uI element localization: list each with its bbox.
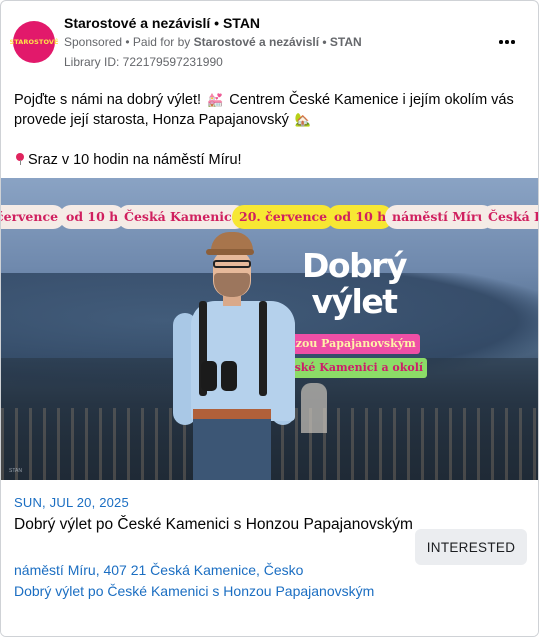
binoculars-illustration: [201, 361, 239, 391]
interested-button[interactable]: INTERESTED: [415, 529, 527, 565]
ticker-pill: Česká Kam: [481, 205, 538, 229]
page-avatar[interactable]: STAROSTOVÉ: [9, 21, 58, 63]
ticker-pill-date: 20. července: [232, 205, 335, 229]
page-name-link[interactable]: Starostové a nezávislí • STAN: [64, 15, 260, 31]
more-options-icon[interactable]: [496, 31, 518, 53]
event-name-link[interactable]: Dobrý výlet po České Kamenici s Honzou P…: [14, 583, 374, 599]
ticker-pill: července: [1, 205, 66, 229]
avatar-logo-text: STAROSTOVÉ: [9, 38, 59, 46]
ticker-pill: náměstí Míru: [385, 205, 494, 229]
ticker-pill: od 10 h: [59, 205, 126, 229]
house-garden-emoji-icon: 🏡: [294, 112, 312, 127]
image-corner-mark: STAN: [9, 468, 22, 474]
paid-for-name: Starostové a nezávislí • STAN: [193, 35, 362, 49]
sponsored-label: Sponsored: [64, 35, 123, 49]
post-text: Pojďte s námi na dobrý výlet! 💒 Centrem …: [14, 90, 526, 170]
post-paragraph-1: Pojďte s námi na dobrý výlet! 💒 Centrem …: [14, 92, 514, 128]
ticker-pill: Česká Kamenice: [117, 205, 247, 229]
ad-card: STAROSTOVÉ Starostové a nezávislí • STAN…: [0, 0, 539, 637]
hero-headline: Dobrý výlet: [302, 246, 407, 321]
wedding-chapel-emoji-icon: 💒: [207, 92, 224, 107]
event-date: SUN, JUL 20, 2025: [14, 495, 129, 510]
event-section: SUN, JUL 20, 2025 Dobrý výlet po České K…: [1, 480, 538, 636]
info-ticker: července od 10 h Česká Kamenice 20. červ…: [1, 205, 538, 229]
post-header: STAROSTOVÉ Starostové a nezávislí • STAN…: [1, 1, 538, 77]
pin-icon: [16, 153, 24, 165]
post-paragraph-2: Sraz v 10 hodin na náměstí Míru!: [14, 150, 526, 170]
ticker-pill-time: od 10 h: [327, 205, 394, 229]
library-id: Library ID: 722179597231990: [64, 55, 223, 69]
sponsored-line: Sponsored • Paid for by Starostové a nez…: [64, 35, 362, 49]
church-tower-illustration: [301, 383, 327, 433]
paid-for-prefix: • Paid for by: [125, 35, 191, 49]
event-title[interactable]: Dobrý výlet po České Kamenici s Honzou P…: [14, 514, 414, 535]
event-location-link[interactable]: náměstí Míru, 407 21 Česká Kamenice, Čes…: [14, 562, 303, 578]
